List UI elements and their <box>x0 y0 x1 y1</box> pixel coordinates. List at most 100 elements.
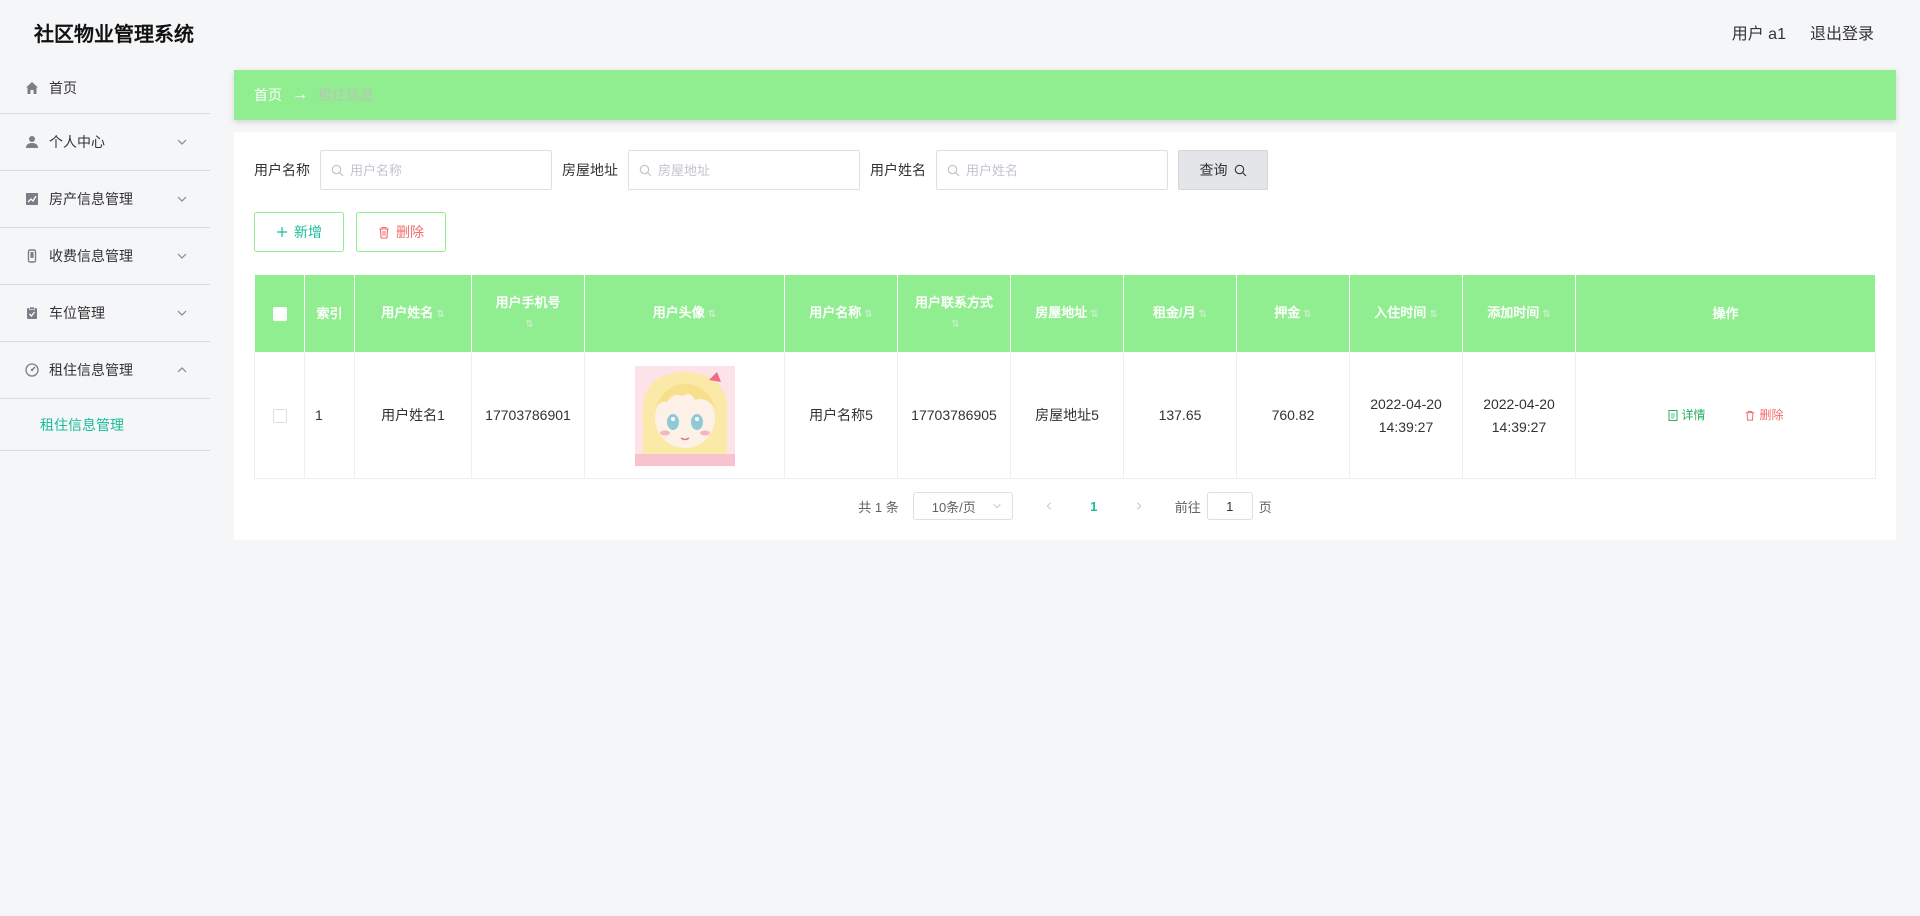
batch-delete-button[interactable]: 删除 <box>356 212 446 252</box>
cell-address: 房屋地址5 <box>1010 352 1124 479</box>
sidebar-item-fees[interactable]: 收费信息管理 <box>0 228 210 285</box>
row-checkbox[interactable] <box>272 409 287 424</box>
sort-icon[interactable]: ⇅ <box>1542 309 1550 320</box>
sidebar-subitem-rental-info[interactable]: 租住信息管理 <box>0 399 210 451</box>
sort-icon[interactable]: ⇅ <box>708 309 716 320</box>
header-username[interactable]: 用户名称 ⇅ <box>784 274 898 353</box>
realname-search-label: 用户姓名 <box>870 162 926 178</box>
sidebar-item-parking[interactable]: 车位管理 <box>0 285 210 342</box>
chevron-down-icon <box>993 503 1001 509</box>
sidebar-item-property[interactable]: 房产信息管理 <box>0 171 210 228</box>
chevron-down-icon <box>177 196 187 202</box>
cell-checkin: 2022-04-20 14:39:27 <box>1349 352 1463 479</box>
header-avatar[interactable]: 用户头像 ⇅ <box>584 274 785 353</box>
table-row: 1 用户姓名1 17703786901 用户名称5 17703786905 房屋… <box>254 352 1876 479</box>
address-search-input[interactable] <box>658 162 848 178</box>
page-size-select[interactable]: 10条/页 <box>912 492 1013 520</box>
page-size-value: 10条/页 <box>931 499 976 515</box>
chevron-down-icon <box>177 253 187 259</box>
detail-label: 详情 <box>1681 407 1706 422</box>
header-phone[interactable]: 用户手机号 ⇅ <box>471 274 585 353</box>
row-delete-label: 删除 <box>1759 407 1784 422</box>
sidebar-item-label: 收费信息管理 <box>49 248 133 264</box>
search-icon <box>947 164 960 176</box>
page-number-current[interactable]: 1 <box>1079 499 1109 514</box>
action-toolbar: 新增 删除 <box>254 212 446 252</box>
user-avatar-image[interactable] <box>634 365 735 466</box>
chevron-up-icon <box>177 367 187 373</box>
header-contact[interactable]: 用户联系方式 ⇅ <box>897 274 1011 353</box>
sort-icon[interactable]: ⇅ <box>525 319 533 330</box>
sort-icon[interactable]: ⇅ <box>1199 309 1207 320</box>
header-label: 用户名称 <box>809 304 862 320</box>
sort-icon[interactable]: ⇅ <box>864 309 872 320</box>
trash-icon <box>1746 410 1755 421</box>
rental-table: 索引 用户姓名 ⇅ 用户手机号 ⇅ 用户头像 ⇅ 用户名称 ⇅ 用户联系方式 ⇅ 房屋地址… <box>254 274 1876 479</box>
sidebar-item-rental[interactable]: 租住信息管理 <box>0 342 210 399</box>
header-label: 用户头像 <box>652 304 705 320</box>
plus-icon <box>277 227 287 237</box>
username-search-input[interactable] <box>350 162 540 178</box>
sort-icon[interactable]: ⇅ <box>1429 309 1437 320</box>
document-icon <box>1668 409 1678 421</box>
top-right-menu: 用户 a1 退出登录 <box>1732 20 1874 44</box>
pagination-total: 共 1 条 <box>858 499 899 515</box>
header-address[interactable]: 房屋地址 ⇅ <box>1010 274 1124 353</box>
clipboard-icon <box>24 305 40 321</box>
next-page-button[interactable] <box>1127 498 1151 514</box>
header-label: 用户手机号 <box>495 294 561 310</box>
breadcrumb: 首页 → 租住信息 <box>234 70 1896 120</box>
current-user-label[interactable]: 用户 a1 <box>1732 20 1786 44</box>
sidebar-item-label: 首页 <box>49 79 77 96</box>
header-label: 用户联系方式 <box>914 294 993 310</box>
sidebar-item-home[interactable]: 首页 <box>0 62 210 114</box>
realname-search-input[interactable] <box>966 162 1156 178</box>
trash-icon <box>379 226 389 239</box>
select-all-header <box>254 274 305 353</box>
sort-icon[interactable]: ⇅ <box>1090 309 1098 320</box>
realname-search-box <box>936 150 1168 190</box>
search-icon <box>639 164 652 176</box>
row-delete-button[interactable]: 删除 <box>1745 404 1783 427</box>
cell-phone: 17703786901 <box>471 352 585 479</box>
header-label: 索引 <box>316 305 343 321</box>
cell-name: 用户姓名1 <box>354 352 472 479</box>
row-select-cell <box>254 352 305 479</box>
prev-page-button[interactable] <box>1037 498 1061 514</box>
username-search-label: 用户名称 <box>254 162 310 178</box>
sidebar-item-label: 租住信息管理 <box>49 362 133 378</box>
goto-suffix: 页 <box>1258 499 1272 515</box>
chevron-down-icon <box>177 310 187 316</box>
header-checkin[interactable]: 入住时间 ⇅ <box>1349 274 1463 353</box>
breadcrumb-separator: → <box>292 86 308 103</box>
sort-icon[interactable]: ⇅ <box>951 319 959 330</box>
detail-button[interactable]: 详情 <box>1668 404 1706 427</box>
select-all-checkbox[interactable] <box>272 307 287 322</box>
pagination: 共 1 条 10条/页 1 前往 页 <box>234 492 1896 520</box>
sort-icon[interactable]: ⇅ <box>436 309 444 320</box>
header-deposit[interactable]: 押金 ⇅ <box>1236 274 1350 353</box>
sidebar: 首页 个人中心 房产信息管理 收费信息管理 车位管理 租住信息管理 租住信息管理 <box>0 62 210 916</box>
page-jumper: 前往 页 <box>1175 492 1272 520</box>
sidebar-item-label: 个人中心 <box>49 134 105 150</box>
add-button-label: 新增 <box>294 224 322 240</box>
add-button[interactable]: 新增 <box>254 212 344 252</box>
query-button[interactable]: 查询 <box>1178 150 1268 190</box>
delete-button-label: 删除 <box>396 224 424 240</box>
goto-page-input[interactable] <box>1206 492 1253 520</box>
header-rent[interactable]: 租金/月 ⇅ <box>1123 274 1237 353</box>
sort-icon[interactable]: ⇅ <box>1303 309 1311 320</box>
breadcrumb-home[interactable]: 首页 <box>254 85 282 105</box>
sidebar-item-personal-center[interactable]: 个人中心 <box>0 114 210 171</box>
breadcrumb-current: 租住信息 <box>318 87 374 103</box>
table-header-row: 索引 用户姓名 ⇅ 用户手机号 ⇅ 用户头像 ⇅ 用户名称 ⇅ 用户联系方式 ⇅ 房屋地址… <box>254 274 1876 353</box>
logout-button[interactable]: 退出登录 <box>1810 20 1874 44</box>
compass-icon <box>24 362 40 378</box>
header-added[interactable]: 添加时间 ⇅ <box>1462 274 1576 353</box>
address-search-label: 房屋地址 <box>562 162 618 178</box>
username-search-box <box>320 150 552 190</box>
main-panel: 用户名称 房屋地址 用户姓名 查询 新增 删除 <box>234 132 1896 540</box>
top-bar: 社区物业管理系统 用户 a1 退出登录 <box>0 0 1920 62</box>
sidebar-item-label: 房产信息管理 <box>49 191 133 207</box>
header-name[interactable]: 用户姓名 ⇅ <box>354 274 472 353</box>
